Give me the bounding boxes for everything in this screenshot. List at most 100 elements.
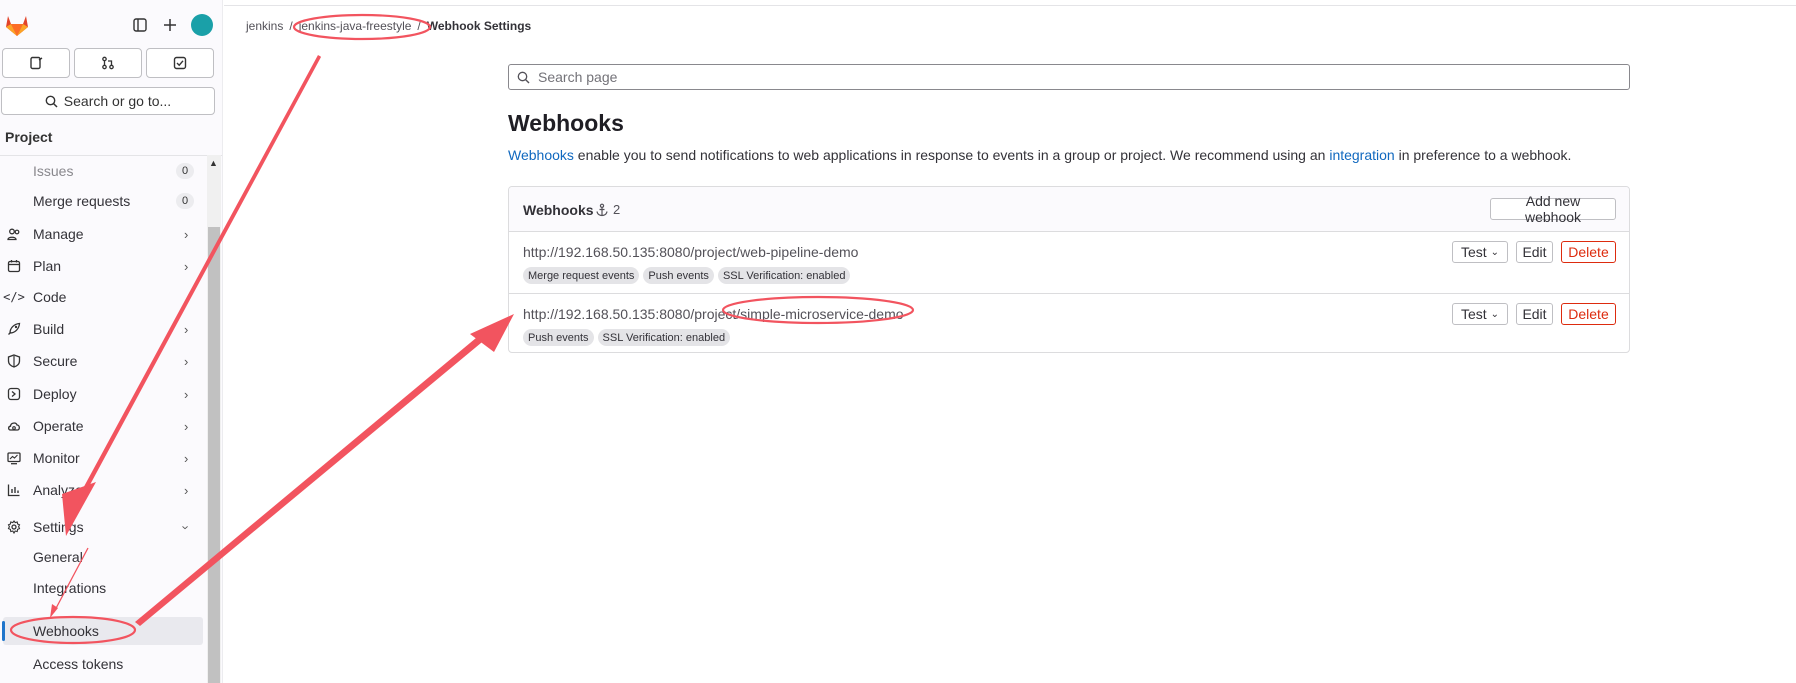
- rocket-icon: [6, 321, 22, 337]
- chevron-right-icon: ›: [184, 321, 189, 337]
- chevron-right-icon: ›: [184, 353, 189, 369]
- avatar[interactable]: [191, 14, 213, 36]
- test-button-label: Test: [1460, 306, 1487, 322]
- sidebar-item-label: Settings: [33, 519, 84, 535]
- count-badge: 0: [176, 163, 194, 179]
- sidebar-item-label: Secure: [33, 353, 78, 369]
- gitlab-logo-icon[interactable]: [4, 12, 30, 38]
- breadcrumb: jenkins / jenkins-java-freestyle / Webho…: [246, 19, 531, 33]
- chevron-right-icon: ›: [184, 258, 189, 274]
- sidebar-item-label: Webhooks: [33, 623, 99, 639]
- sidebar-item-merge-requests[interactable]: Merge requests 0: [0, 187, 206, 215]
- page-description: Webhooks enable you to send notification…: [508, 147, 1571, 163]
- sidebar-item-label: Operate: [33, 418, 84, 434]
- chevron-right-icon: ›: [184, 226, 189, 242]
- merge-requests-shortcut-button[interactable]: [74, 48, 142, 78]
- breadcrumb-item[interactable]: jenkins-java-freestyle: [299, 19, 412, 33]
- breadcrumb-item[interactable]: jenkins: [246, 19, 283, 33]
- test-dropdown-button[interactable]: Test ⌄: [1452, 303, 1508, 325]
- delete-button[interactable]: Delete: [1561, 303, 1616, 325]
- sidebar-item-label: Build: [33, 321, 65, 337]
- breadcrumb-separator: /: [417, 19, 421, 33]
- active-indicator: [2, 621, 5, 641]
- webhook-url: http://192.168.50.135:8080/project/simpl…: [523, 306, 904, 322]
- breadcrumb-current[interactable]: Webhook Settings: [427, 19, 531, 33]
- search-icon: [45, 95, 58, 108]
- cloud-icon: [6, 418, 22, 434]
- sidebar-scrollbar-thumb[interactable]: [208, 227, 220, 683]
- webhook-row: http://192.168.50.135:8080/project/simpl…: [509, 293, 1629, 352]
- todo-shortcut-button[interactable]: [146, 48, 214, 78]
- deploy-icon: [6, 386, 22, 402]
- webhook-tags: Push events SSL Verification: enabled: [523, 329, 731, 346]
- sidebar-item-label: Access tokens: [33, 656, 124, 672]
- todo-icon: [173, 56, 187, 70]
- description-text: in preference to a webhook.: [1394, 147, 1572, 163]
- issues-shortcut-button[interactable]: [2, 48, 70, 78]
- sidebar-item-access-tokens[interactable]: Access tokens: [0, 650, 206, 678]
- users-icon: [6, 226, 22, 242]
- count-badge: 0: [176, 193, 194, 209]
- webhooks-count: 2: [595, 202, 620, 217]
- sidebar-item-plan[interactable]: Plan ›: [0, 252, 206, 280]
- webhooks-docs-link[interactable]: Webhooks: [508, 147, 574, 163]
- calendar-icon: [6, 258, 22, 274]
- edit-button[interactable]: Edit: [1516, 303, 1553, 325]
- event-badge: Merge request events: [523, 267, 640, 284]
- sidebar-item-label: Code: [33, 289, 67, 305]
- code-icon: </>: [3, 290, 25, 304]
- event-badge: Push events: [643, 267, 714, 284]
- integration-link[interactable]: integration: [1329, 147, 1394, 163]
- sidebar-item-manage[interactable]: Manage ›: [0, 220, 206, 248]
- anchor-icon: [596, 203, 608, 216]
- sidebar-item-settings[interactable]: Settings ›: [0, 513, 206, 541]
- sidebar-item-secure[interactable]: Secure ›: [0, 347, 206, 375]
- add-new-webhook-button[interactable]: Add new webhook: [1490, 193, 1616, 225]
- plus-icon[interactable]: [160, 15, 180, 35]
- sidebar-item-integrations[interactable]: Integrations: [0, 574, 206, 602]
- top-divider: [224, 5, 1796, 6]
- page-title: Webhooks: [508, 110, 624, 136]
- chevron-down-icon: ›: [178, 524, 194, 530]
- edit-button[interactable]: Edit: [1516, 241, 1553, 263]
- sidebar-item-label: Merge requests: [33, 193, 131, 209]
- search-icon: [517, 71, 530, 83]
- sidebar-shortcuts: [0, 48, 216, 78]
- chevron-right-icon: ›: [184, 418, 189, 434]
- webhooks-card: Webhooks 2 Add new webhook http://192.16…: [508, 186, 1630, 353]
- search-or-go-to-button[interactable]: Search or go to...: [1, 87, 215, 115]
- sidebar-item-monitor[interactable]: Monitor ›: [0, 444, 206, 472]
- sidebar-item-issues[interactable]: Issues 0: [0, 157, 206, 185]
- chart-icon: [6, 482, 22, 498]
- search-or-go-to-label: Search or go to...: [63, 93, 172, 109]
- chevron-right-icon: ›: [184, 386, 189, 402]
- merge-request-icon: [102, 56, 114, 70]
- sidebar: Search or go to... Project Issues 0 Merg…: [0, 0, 223, 683]
- sidebar-item-analyze[interactable]: Analyze ›: [0, 476, 206, 504]
- chevron-right-icon: ›: [184, 482, 189, 498]
- sidebar-item-build[interactable]: Build ›: [0, 315, 206, 343]
- sidebar-item-label: Manage: [33, 226, 84, 242]
- sidebar-toggle-icon[interactable]: [130, 15, 150, 35]
- delete-button[interactable]: Delete: [1561, 241, 1616, 263]
- webhooks-card-header: Webhooks 2 Add new webhook: [509, 187, 1629, 232]
- sidebar-item-label: Plan: [33, 258, 62, 274]
- sidebar-item-code[interactable]: </> Code: [0, 283, 206, 311]
- sidebar-item-label: Issues: [33, 163, 74, 179]
- sidebar-item-deploy[interactable]: Deploy ›: [0, 380, 206, 408]
- event-badge: Push events: [523, 329, 594, 346]
- test-button-label: Test: [1460, 244, 1487, 260]
- webhook-row: http://192.168.50.135:8080/project/web-p…: [509, 232, 1629, 293]
- sidebar-item-operate[interactable]: Operate ›: [0, 412, 206, 440]
- scroll-up-arrow-icon[interactable]: ▲: [209, 158, 218, 168]
- sidebar-item-general[interactable]: General: [0, 543, 206, 571]
- search-page-field[interactable]: [508, 64, 1630, 90]
- sidebar-item-webhooks[interactable]: Webhooks: [2, 617, 203, 645]
- ssl-badge: SSL Verification: enabled: [597, 329, 731, 346]
- search-page-input[interactable]: [536, 68, 1620, 86]
- webhooks-count-value: 2: [613, 202, 621, 217]
- ssl-badge: SSL Verification: enabled: [717, 267, 851, 284]
- test-dropdown-button[interactable]: Test ⌄: [1452, 241, 1508, 263]
- chevron-down-icon: ⌄: [1490, 246, 1500, 258]
- sidebar-item-label: Monitor: [33, 450, 80, 466]
